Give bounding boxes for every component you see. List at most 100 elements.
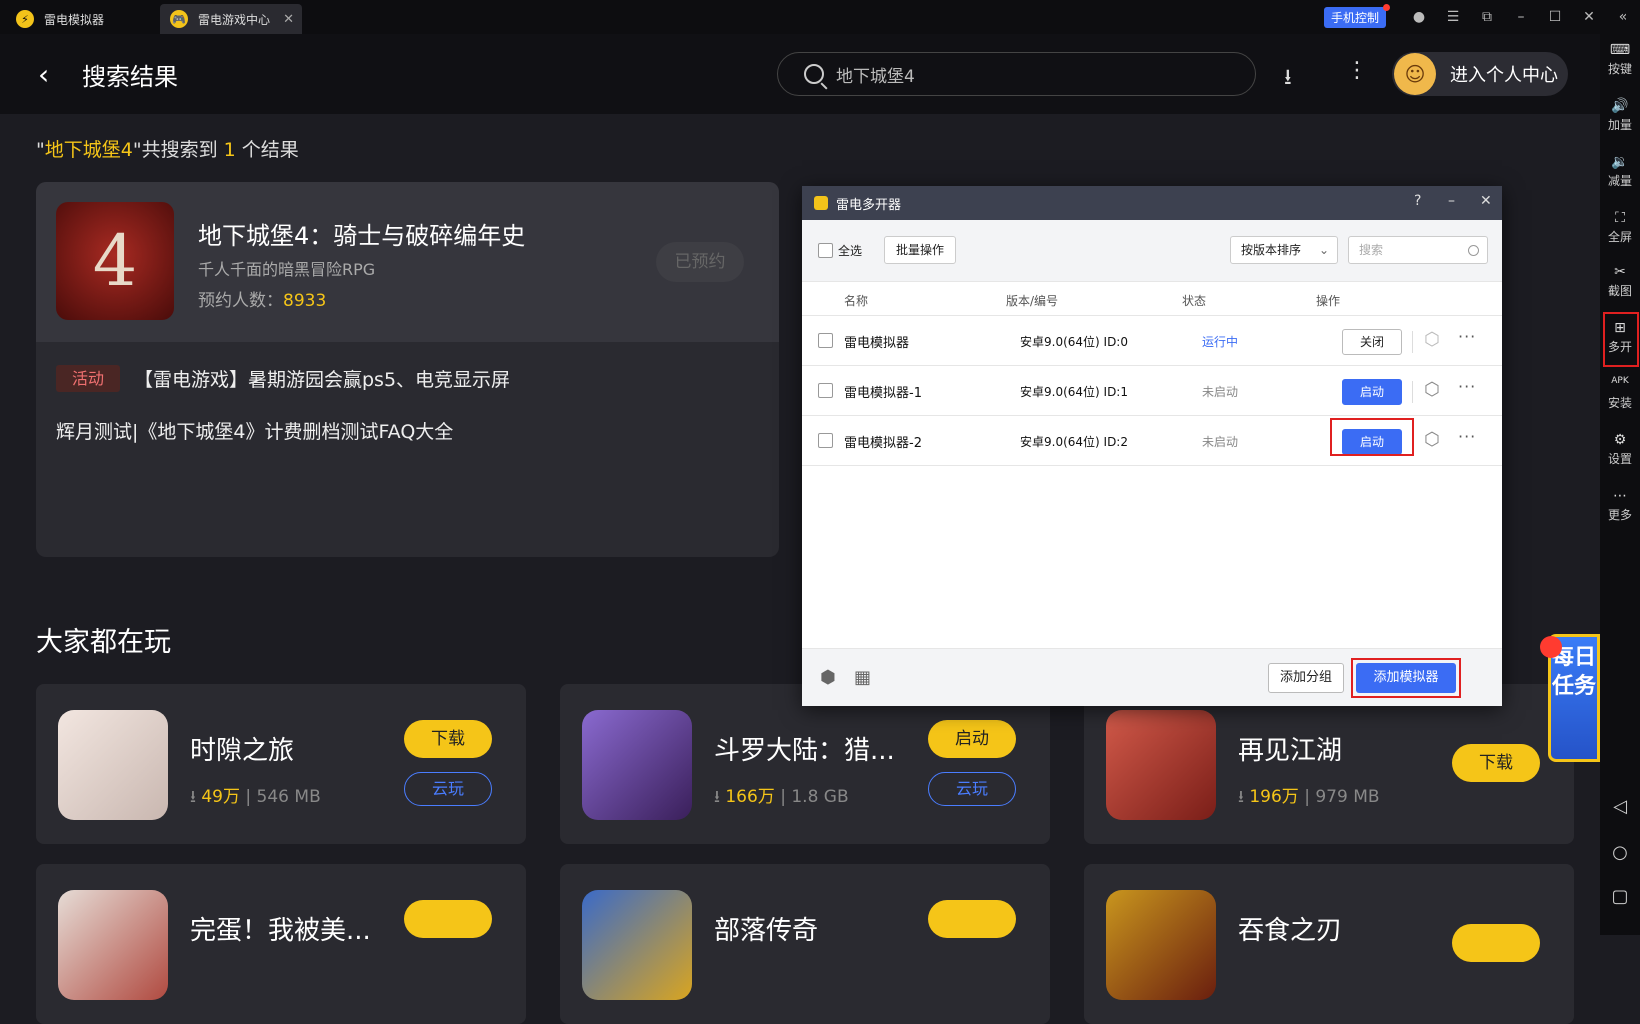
app-name: 斗罗大陆：猎...: [714, 736, 895, 766]
app-icon[interactable]: [1106, 710, 1216, 820]
app-card[interactable]: 吞食之刃: [1084, 864, 1574, 1024]
add-group-button[interactable]: 添加分组: [1268, 663, 1344, 693]
settings-icon[interactable]: ⬡: [1424, 429, 1440, 450]
app-card[interactable]: 再见江湖 ⭳ 196万 | 979 MB 下载: [1084, 684, 1574, 844]
game-result-card[interactable]: 4 地下城堡4：骑士与破碎编年史 千人千面的暗黑冒险RPG 预约人数：8933 …: [36, 182, 779, 557]
column-header: 状态: [1182, 294, 1207, 308]
download-button[interactable]: [928, 900, 1016, 938]
volume-up-button[interactable]: 🔊 加量: [1602, 98, 1638, 133]
app-name: 吞食之刃: [1238, 916, 1343, 946]
minimize-icon[interactable]: –: [1448, 193, 1455, 209]
grid-icon[interactable]: ▦: [854, 667, 871, 688]
app-card[interactable]: 时隙之旅 ⭳ 49万 | 546 MB 下载 云玩: [36, 684, 526, 844]
sort-select[interactable]: 按版本排序 ⌄: [1230, 236, 1338, 264]
row-checkbox[interactable]: [818, 433, 833, 448]
install-apk-button[interactable]: APK 安装: [1602, 376, 1638, 411]
back-arrow-icon[interactable]: ‹: [38, 58, 49, 91]
restore-icon[interactable]: ⧉: [1470, 9, 1504, 25]
close-icon[interactable]: ✕: [1480, 193, 1492, 209]
app-icon[interactable]: [58, 890, 168, 1000]
news-link[interactable]: 辉月测试|《地下城堡4》计费删档测试FAQ大全: [56, 417, 453, 444]
fullscreen-button[interactable]: ⛶ 全屏: [1602, 210, 1638, 245]
start-instance-button[interactable]: 启动: [1342, 379, 1402, 405]
close-tab-icon[interactable]: ✕: [283, 12, 294, 27]
app-card[interactable]: 斗罗大陆：猎... ⭳ 166万 | 1.8 GB 启动 云玩: [560, 684, 1050, 844]
avatar: ☺: [1394, 53, 1436, 95]
column-header: 名称: [844, 294, 869, 308]
cloud-play-button[interactable]: 云玩: [928, 772, 1016, 806]
download-button[interactable]: [404, 900, 492, 938]
table-row[interactable]: 雷电模拟器-1 安卓9.0(64位) ID:1 未启动 启动 ⬡ ···: [802, 366, 1502, 416]
row-checkbox[interactable]: [818, 383, 833, 398]
sidebar-label: 按键: [1607, 62, 1632, 76]
launch-button[interactable]: 启动: [928, 720, 1016, 758]
more-icon[interactable]: ···: [1458, 427, 1476, 446]
column-header: 版本/编号: [1006, 294, 1059, 308]
dialog-toolbar: 全选 批量操作 按版本排序 ⌄ 搜索: [802, 220, 1502, 282]
keyboard-mapping-button[interactable]: ⌨ 按键: [1602, 42, 1638, 77]
help-icon[interactable]: ?: [1414, 193, 1421, 209]
game-title[interactable]: 地下城堡4：骑士与破碎编年史: [198, 216, 525, 251]
sidebar-label: 更多: [1607, 508, 1632, 522]
gear-icon: ⚙: [1613, 432, 1627, 448]
settings-icon[interactable]: ⬡: [1424, 329, 1440, 350]
sidebar-label: 加量: [1607, 118, 1632, 132]
instance-name: 雷电模拟器-2: [844, 436, 922, 451]
instance-search-input[interactable]: 搜索: [1348, 236, 1488, 264]
back-nav-icon[interactable]: ◁: [1600, 796, 1640, 817]
select-all-checkbox[interactable]: 全选: [818, 242, 862, 259]
app-card[interactable]: 部落传奇: [560, 864, 1050, 1024]
more-icon[interactable]: ···: [1458, 327, 1476, 346]
app-icon[interactable]: [1106, 890, 1216, 1000]
notification-dot: [1540, 636, 1562, 658]
menu-icon[interactable]: ☰: [1436, 9, 1470, 25]
settings-icon[interactable]: ⬡: [1424, 379, 1440, 400]
home-nav-icon[interactable]: ○: [1600, 842, 1640, 863]
close-window-icon[interactable]: ✕: [1572, 9, 1606, 25]
settings-icon[interactable]: ⬢: [820, 667, 836, 688]
search-input[interactable]: 地下城堡4: [777, 52, 1256, 96]
instance-status: 运行中: [1202, 335, 1239, 349]
app-icon[interactable]: [582, 710, 692, 820]
close-instance-button[interactable]: 关闭: [1342, 329, 1402, 355]
app-card[interactable]: 完蛋！我被美...: [36, 864, 526, 1024]
user-avatar-icon[interactable]: ●: [1402, 9, 1436, 25]
table-row[interactable]: 雷电模拟器 安卓9.0(64位) ID:0 运行中 关闭 ⬡ ···: [802, 316, 1502, 366]
cloud-play-button[interactable]: 云玩: [404, 772, 492, 806]
app-icon[interactable]: [582, 890, 692, 1000]
game-icon[interactable]: 4: [56, 202, 174, 320]
phone-control-button[interactable]: 手机控制: [1323, 3, 1390, 28]
settings-button[interactable]: ⚙ 设置: [1602, 432, 1638, 467]
phone-control-label: 手机控制: [1330, 10, 1379, 25]
instance-version: 安卓9.0(64位) ID:0: [1020, 335, 1128, 349]
tab-game-center[interactable]: 🎮 雷电游戏中心 ✕: [160, 4, 302, 34]
download-button[interactable]: [1452, 924, 1540, 962]
batch-operation-button[interactable]: 批量操作: [884, 236, 956, 264]
recent-apps-icon[interactable]: ▢: [1600, 886, 1640, 907]
volume-down-button[interactable]: 🔉 减量: [1602, 154, 1638, 189]
reserved-button[interactable]: 已预约: [656, 242, 744, 282]
ldplayer-logo-icon: ⚡: [16, 10, 34, 28]
row-checkbox[interactable]: [818, 333, 833, 348]
tab-label: 雷电模拟器: [44, 12, 105, 27]
collapse-sidebar-icon[interactable]: «: [1606, 9, 1640, 25]
sidebar-label: 全屏: [1607, 230, 1632, 244]
app-icon[interactable]: [58, 710, 168, 820]
download-button[interactable]: 下载: [1452, 744, 1540, 782]
activity-link[interactable]: 【雷电游戏】暑期游园会赢ps5、电竞显示屏: [134, 365, 510, 392]
more-icon[interactable]: ···: [1458, 377, 1476, 396]
tab-emulator[interactable]: ⚡ 雷电模拟器: [6, 4, 156, 34]
checkbox[interactable]: [818, 243, 833, 258]
minimize-icon[interactable]: –: [1504, 9, 1538, 25]
download-button[interactable]: 下载: [404, 720, 492, 758]
user-center-button[interactable]: ☺ 进入个人中心: [1392, 52, 1568, 96]
download-icon[interactable]: ⭳: [1284, 60, 1292, 98]
dialog-title: 雷电多开器: [836, 197, 902, 213]
chevron-down-icon: ⌄: [1318, 243, 1329, 257]
dialog-titlebar: 雷电多开器: [802, 186, 1502, 220]
more-vertical-icon[interactable]: ⋮: [1346, 58, 1368, 83]
screenshot-button[interactable]: ✂ 截图: [1602, 264, 1638, 299]
gamepad-icon: 🎮: [170, 10, 188, 28]
maximize-icon[interactable]: ☐: [1538, 9, 1572, 25]
more-button[interactable]: ⋯ 更多: [1602, 488, 1638, 523]
